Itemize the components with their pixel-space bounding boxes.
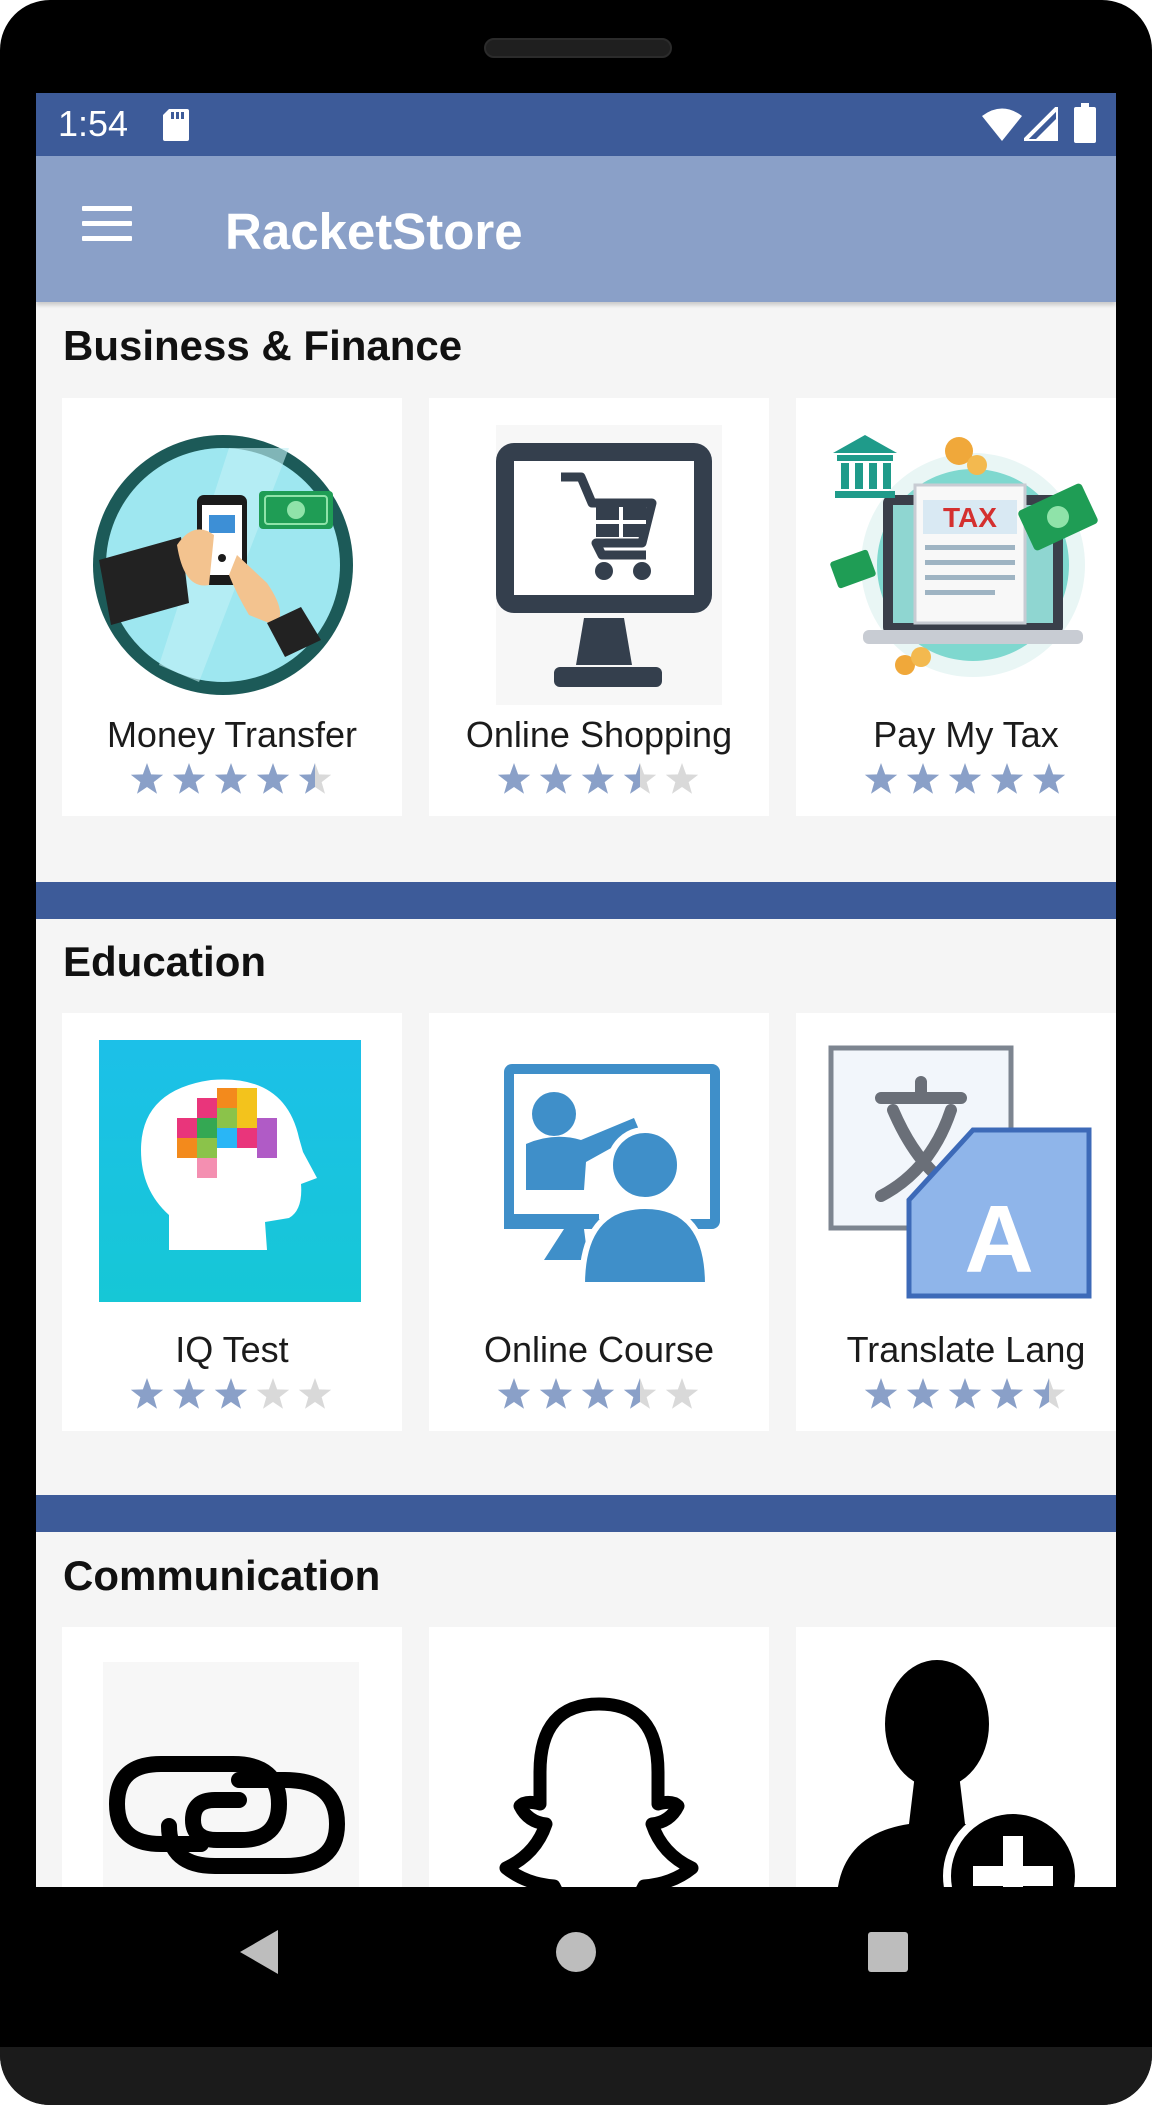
wifi-icon (982, 108, 1022, 141)
app-name: IQ Test (175, 1329, 289, 1370)
navigation-bar (0, 1887, 1152, 2047)
rating-star (214, 1378, 248, 1409)
hamburger-menu-icon[interactable] (82, 206, 132, 246)
app-card-ghost[interactable] (429, 1627, 769, 1887)
rating-star (864, 1378, 898, 1409)
rating-star (130, 763, 164, 794)
linked-rings-icon (103, 1662, 359, 1887)
rating-star (906, 763, 940, 794)
money-transfer-icon (93, 435, 353, 695)
teacher-icon (504, 1064, 720, 1288)
section-education: Education IQ Test Online Course A Transl… (36, 919, 1116, 1495)
svg-text:TAX: TAX (943, 502, 997, 533)
status-bar: 1:54 (36, 93, 1116, 156)
translate-icon: A (828, 1045, 1092, 1299)
tax-icon: TAX (830, 435, 1098, 677)
rating-star (497, 1378, 531, 1409)
app-name: Translate Lang (846, 1329, 1086, 1370)
rating-star (298, 763, 332, 794)
section-title: Communication (63, 1552, 381, 1599)
rating-stars (130, 1378, 332, 1409)
rating-star (539, 763, 573, 794)
brain-icon (99, 1040, 361, 1302)
rating-star (130, 1378, 164, 1409)
app-card-money-transfer[interactable]: Money Transfer (62, 398, 402, 816)
rating-stars (497, 1378, 699, 1409)
app-card-pay-my-tax[interactable]: TAX Pay My Tax (796, 398, 1116, 816)
home-icon[interactable] (555, 1931, 597, 1973)
rating-star (581, 1378, 615, 1409)
battery-icon (1074, 103, 1096, 143)
section-business-finance: Business & Finance Money Transfer Online… (36, 302, 1116, 882)
rating-star (990, 763, 1024, 794)
section-divider (36, 1495, 1116, 1532)
rating-star (665, 1378, 699, 1409)
rating-star (990, 1378, 1024, 1409)
rating-stars (497, 763, 699, 794)
rating-star (1032, 1378, 1066, 1409)
app-card-translate-lang[interactable]: A Translate Lang (796, 1013, 1116, 1431)
rating-star (623, 763, 657, 794)
rating-star (906, 1378, 940, 1409)
rating-stars (864, 1378, 1066, 1409)
rating-star (948, 763, 982, 794)
back-icon[interactable] (240, 1930, 280, 1974)
app-card-online-course[interactable]: Online Course (429, 1013, 769, 1431)
section-divider (36, 882, 1116, 919)
status-time: 1:54 (58, 103, 129, 144)
rating-star (948, 1378, 982, 1409)
rating-star (497, 763, 531, 794)
add-person-icon (838, 1660, 1083, 1887)
rating-star (172, 1378, 206, 1409)
rating-star (539, 1378, 573, 1409)
app-card-linked-rings[interactable] (62, 1627, 402, 1887)
recent-apps-icon[interactable] (868, 1932, 908, 1972)
app-card-iq-test[interactable]: IQ Test (62, 1013, 402, 1431)
app-card-add-person[interactable] (796, 1627, 1116, 1887)
section-communication: Communication (36, 1532, 1116, 1887)
rating-star (214, 763, 248, 794)
app-name: Online Shopping (465, 714, 733, 755)
speaker-grille (484, 38, 672, 58)
rating-star (581, 763, 615, 794)
section-title: Education (63, 938, 267, 985)
app-card-online-shopping[interactable]: Online Shopping (429, 398, 769, 816)
rating-star (256, 1378, 290, 1409)
section-title: Business & Finance (63, 322, 463, 369)
sd-card-icon (163, 109, 189, 141)
app-name: Pay My Tax (873, 714, 1059, 755)
rating-stars (864, 763, 1066, 794)
app-bar: RacketStore (36, 156, 1116, 302)
phone-frame: 1:54 RacketStore Business & Finance Mone… (0, 0, 1152, 2105)
rating-star (864, 763, 898, 794)
phone-chin (0, 2047, 1152, 2105)
rating-star (623, 1378, 657, 1409)
rating-star (1032, 763, 1066, 794)
app-name: Online Course (483, 1329, 715, 1370)
ghost-icon (499, 1697, 699, 1887)
rating-star (172, 763, 206, 794)
rating-star (298, 1378, 332, 1409)
svg-text:A: A (964, 1186, 1033, 1293)
app-title: RacketStore (225, 203, 523, 260)
signal-icon (1024, 107, 1058, 141)
app-name: Money Transfer (106, 714, 358, 755)
rating-star (256, 763, 290, 794)
rating-stars (130, 763, 332, 794)
content-scroll[interactable]: Business & Finance Money Transfer Online… (36, 302, 1116, 1887)
screen: 1:54 RacketStore Business & Finance Mone… (36, 93, 1116, 1887)
rating-star (665, 763, 699, 794)
shopping-cart-icon (496, 425, 722, 705)
